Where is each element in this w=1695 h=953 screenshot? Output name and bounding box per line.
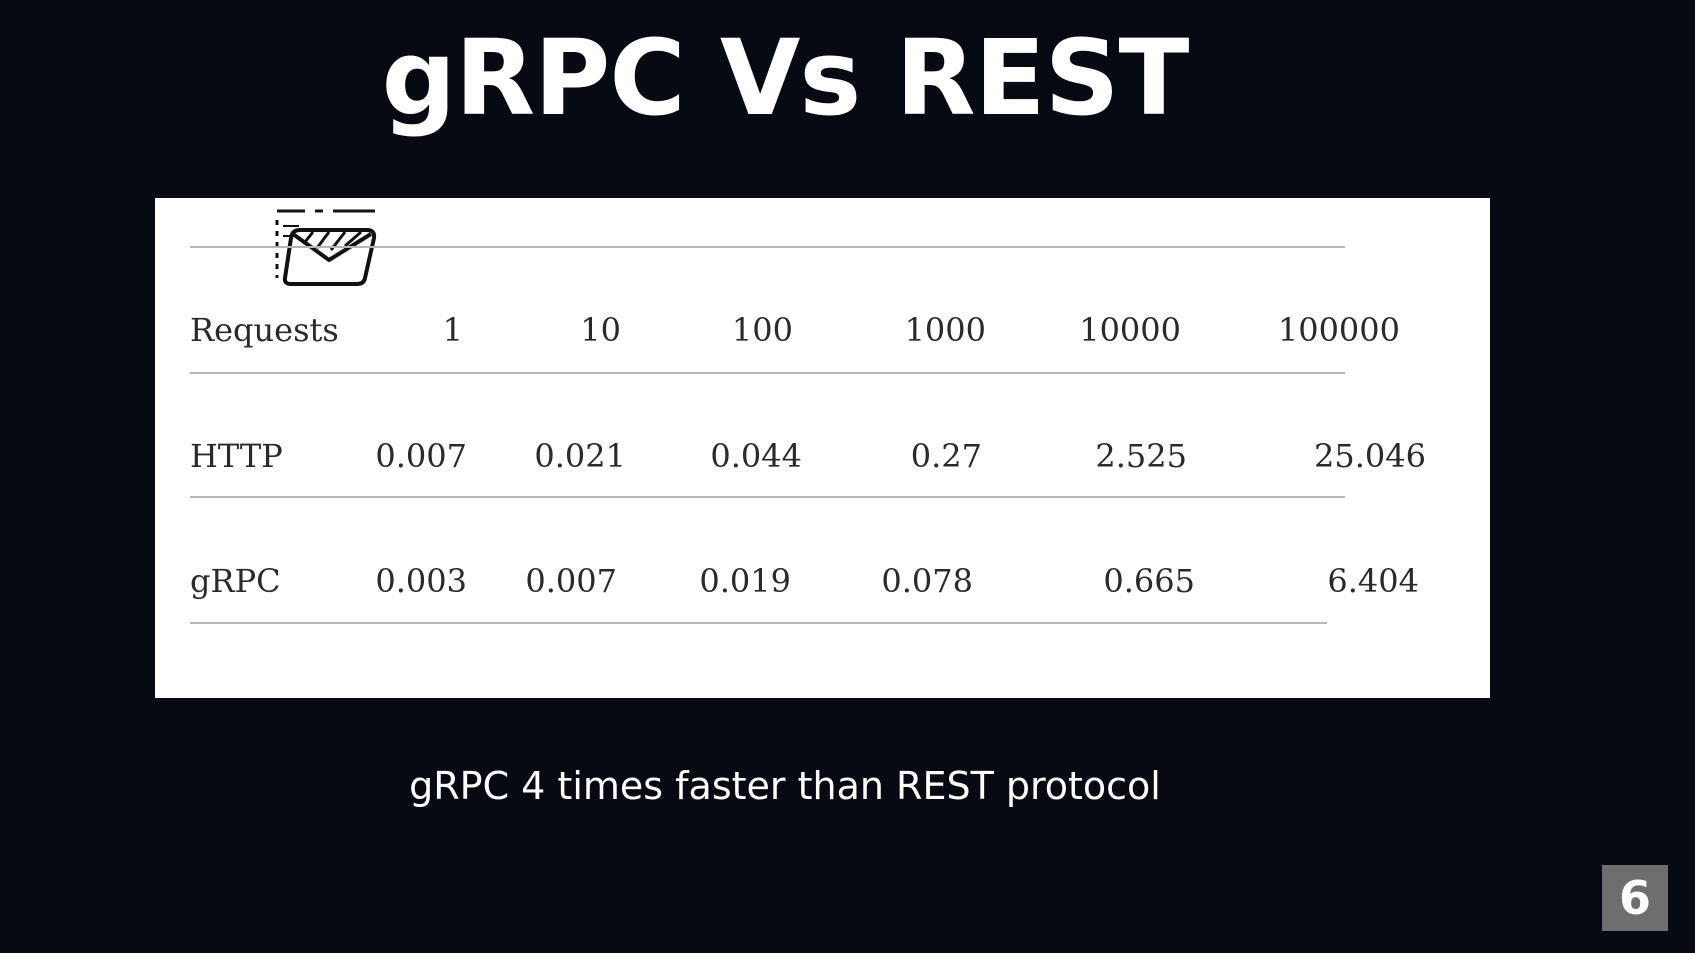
- table-cell: 0.019: [699, 562, 791, 600]
- table-rule-bottom: [190, 622, 1327, 624]
- results-table: Requests 1 10 100 1000 10000 100000 HTTP…: [155, 198, 1490, 698]
- table-cell: 0.665: [1103, 562, 1195, 600]
- table-header-cell: 10: [580, 311, 621, 349]
- table-cell: 0.021: [534, 437, 626, 475]
- table-header-cell: 100000: [1277, 311, 1400, 349]
- slide-title: gRPC Vs REST: [381, 17, 1190, 139]
- table-cell: 0.078: [881, 562, 973, 600]
- table-cell: 0.27: [910, 437, 982, 475]
- table-header-cell: 1000: [904, 311, 986, 349]
- table-cell: 2.525: [1095, 437, 1187, 475]
- table-cell: 0.007: [525, 562, 617, 600]
- table-rule: [190, 372, 1345, 374]
- table-rule-top: [190, 246, 1345, 248]
- slide-caption: gRPC 4 times faster than REST protocol: [409, 764, 1161, 808]
- table-rule: [190, 496, 1345, 498]
- table-header-cell: 100: [731, 311, 793, 349]
- table-cell: 25.046: [1314, 437, 1426, 475]
- page-number-badge: 6: [1602, 865, 1668, 931]
- table-cell: 0.044: [710, 437, 802, 475]
- table-cell: 6.404: [1327, 562, 1419, 600]
- table-header-cell: 10000: [1079, 311, 1181, 349]
